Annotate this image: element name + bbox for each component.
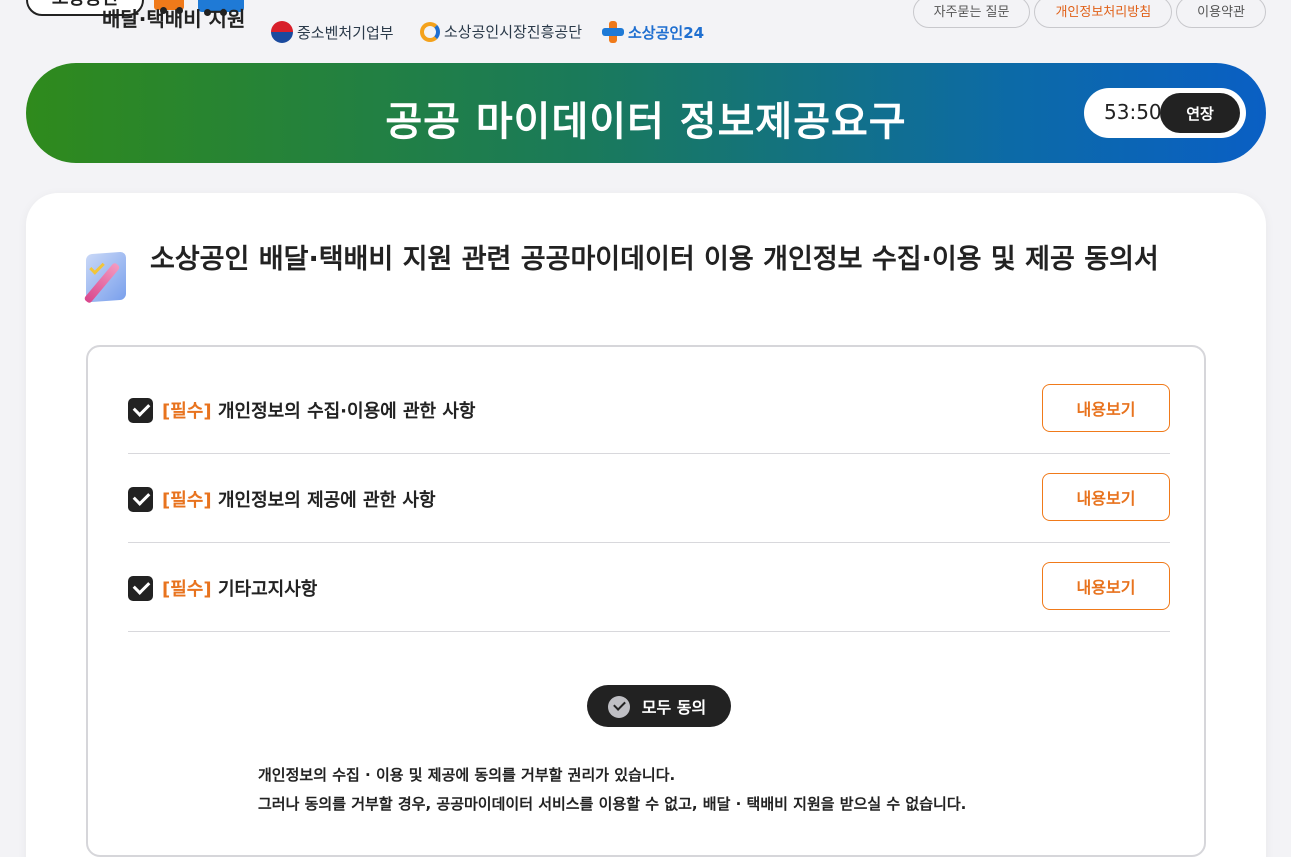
- check-circle-icon: [608, 696, 630, 718]
- org-mss[interactable]: 중소벤처기업부: [271, 21, 394, 43]
- consent-checkbox[interactable]: [128, 576, 153, 601]
- org-label: 중소벤처기업부: [297, 23, 394, 42]
- view-details-button[interactable]: 내용보기: [1042, 384, 1170, 432]
- consent-list: [필수] 개인정보의 수집·이용에 관한 사항 내용보기 [필수] 개인정보의 …: [86, 345, 1206, 857]
- notice-line: 그러나 동의를 거부할 경우, 공공마이데이터 서비스를 이용할 수 없고, 배…: [258, 795, 967, 813]
- org-semas[interactable]: 소상공인시장진흥공단: [420, 21, 582, 42]
- org-label: 소상공인24: [628, 23, 705, 42]
- faq-link[interactable]: 자주묻는 질문: [912, 0, 1031, 28]
- notice-line: 개인정보의 수집 · 이용 및 제공에 동의를 거부할 권리가 있습니다.: [258, 766, 676, 784]
- org-sbiz24[interactable]: 소상공인24: [602, 21, 704, 43]
- view-details-button[interactable]: 내용보기: [1042, 562, 1170, 610]
- document-sign-icon: [83, 251, 136, 311]
- consent-item-label: 개인정보의 제공에 관한 사항: [218, 490, 436, 511]
- consent-title: 소상공인 배달·택배비 지원 관련 공공마이데이터 이용 개인정보 수집·이용 …: [150, 244, 1159, 275]
- required-tag: [필수]: [162, 490, 212, 511]
- consent-item-label: 개인정보의 수집·이용에 관한 사항: [218, 401, 476, 422]
- page-title: 공공 마이데이터 정보제공요구: [385, 99, 907, 145]
- consent-item-label: 기타고지사항: [218, 579, 318, 600]
- extend-session-button[interactable]: 연장: [1160, 93, 1240, 133]
- consent-checkbox[interactable]: [128, 487, 153, 512]
- refusal-notice: 개인정보의 수집 · 이용 및 제공에 동의를 거부할 권리가 있습니다. 그러…: [258, 761, 966, 819]
- terms-link[interactable]: 이용약관: [1176, 0, 1266, 28]
- required-tag: [필수]: [162, 579, 212, 600]
- taegeuk-icon: [271, 21, 293, 43]
- consent-item-collection: [필수] 개인정보의 수집·이용에 관한 사항 내용보기: [128, 365, 1170, 454]
- brand-title: 배달·택배비 지원: [102, 7, 246, 31]
- consent-checkbox[interactable]: [128, 398, 153, 423]
- required-tag: [필수]: [162, 401, 212, 422]
- consent-item-other: [필수] 기타고지사항 내용보기: [128, 543, 1170, 632]
- sbiz24-plus-icon: [602, 21, 624, 43]
- session-timer: 53:50 연장: [1084, 88, 1246, 138]
- semas-logo-icon: [420, 21, 440, 42]
- top-links: 자주묻는 질문 개인정보처리방침 이용약관: [912, 0, 1266, 28]
- consent-card: 소상공인 배달·택배비 지원 관련 공공마이데이터 이용 개인정보 수집·이용 …: [26, 193, 1266, 857]
- timer-value: 53:50: [1104, 100, 1162, 124]
- page-banner: 공공 마이데이터 정보제공요구 53:50 연장: [26, 63, 1266, 163]
- consent-item-provision: [필수] 개인정보의 제공에 관한 사항 내용보기: [128, 454, 1170, 543]
- privacy-policy-link[interactable]: 개인정보처리방침: [1034, 0, 1173, 28]
- brand-logo[interactable]: 소상공인 배달·택배비 지원: [26, 0, 245, 31]
- view-details-button[interactable]: 내용보기: [1042, 473, 1170, 521]
- org-label: 소상공인시장진흥공단: [444, 23, 583, 41]
